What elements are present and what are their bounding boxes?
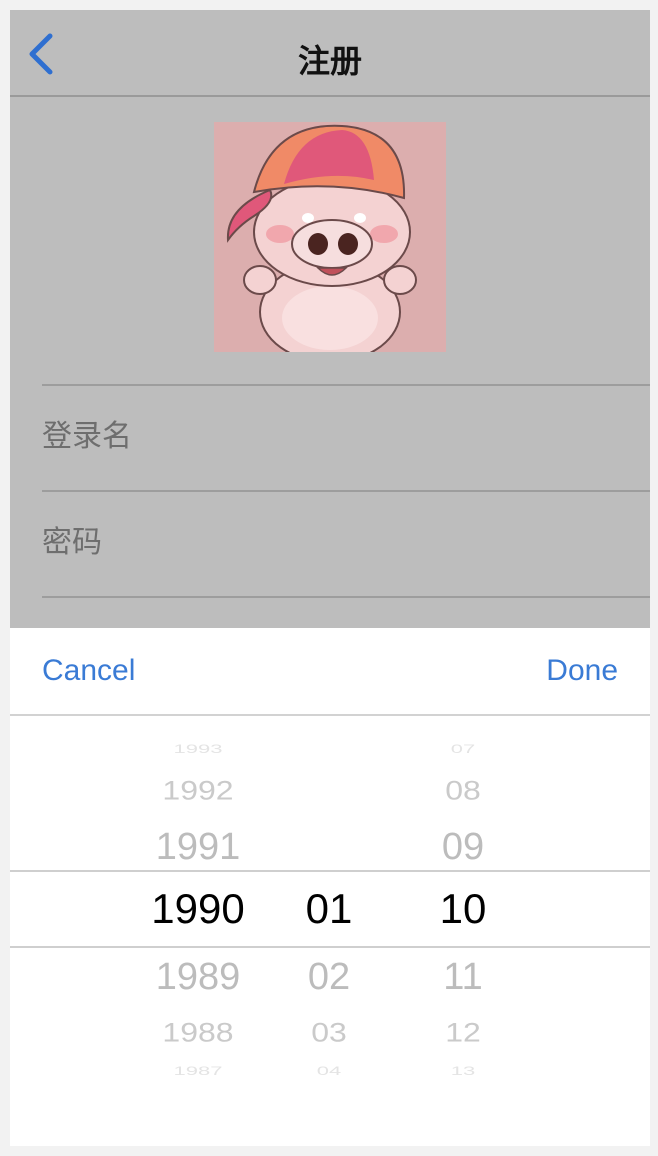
day-option[interactable]: 09 [408, 828, 518, 866]
register-screen: 注册 登录名 Cancel Done 1993 1992 1991 1990 1… [10, 10, 650, 1146]
day-option[interactable]: 12 [408, 1018, 518, 1045]
day-option-selected[interactable]: 10 [408, 888, 518, 930]
day-wheel[interactable]: 07 08 09 10 11 12 13 [408, 718, 518, 1098]
year-option[interactable]: 1993 [128, 743, 268, 755]
date-picker-sheet: Cancel Done 1993 1992 1991 1990 1989 198… [10, 628, 650, 1146]
avatar-image[interactable] [214, 122, 446, 363]
month-wheel[interactable]: 01 02 03 04 [274, 718, 384, 1098]
form-divider [42, 384, 650, 386]
month-option[interactable]: 02 [274, 958, 384, 996]
day-option[interactable]: 11 [408, 958, 518, 996]
form-divider [42, 596, 650, 598]
nav-bar: 注册 [10, 10, 650, 97]
year-wheel[interactable]: 1993 1992 1991 1990 1989 1988 1987 [128, 718, 268, 1098]
picker-toolbar: Cancel Done [10, 628, 650, 716]
day-option[interactable]: 07 [408, 743, 518, 755]
date-picker: 1993 1992 1991 1990 1989 1988 1987 01 02… [10, 718, 650, 1098]
year-option[interactable]: 1987 [128, 1065, 268, 1077]
form-divider [42, 490, 650, 492]
month-option[interactable]: 03 [274, 1018, 384, 1045]
page-title: 注册 [297, 42, 362, 80]
done-button[interactable]: Done [546, 654, 618, 688]
cancel-button[interactable]: Cancel [42, 654, 135, 688]
day-option[interactable]: 13 [408, 1065, 518, 1077]
year-option[interactable]: 1991 [128, 828, 268, 866]
year-option[interactable]: 1992 [128, 776, 268, 803]
month-option-selected[interactable]: 01 [274, 888, 384, 930]
year-option[interactable]: 1988 [128, 1018, 268, 1045]
day-option[interactable]: 08 [408, 776, 518, 803]
year-option-selected[interactable]: 1990 [128, 888, 268, 930]
password-input[interactable] [42, 512, 622, 572]
pig-avatar-illustration [214, 122, 446, 363]
username-input[interactable] [42, 406, 622, 466]
year-option[interactable]: 1989 [128, 958, 268, 996]
month-option[interactable]: 04 [274, 1065, 384, 1077]
